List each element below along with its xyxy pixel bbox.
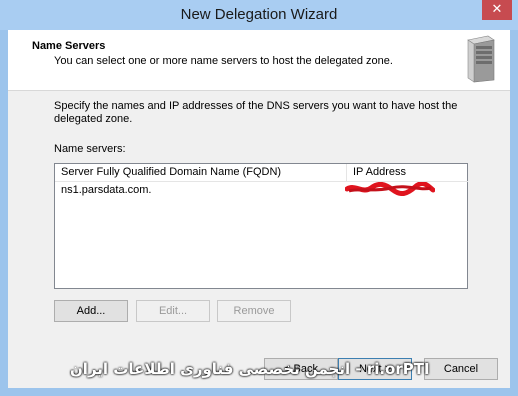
close-button[interactable]: ✕ (482, 0, 512, 20)
wizard-header: Name Servers You can select one or more … (8, 30, 510, 91)
wizard-window: New Delegation Wizard ✕ Name Servers You… (0, 0, 518, 396)
remove-button[interactable]: Remove (217, 300, 291, 322)
column-header-ip[interactable]: IP Address (347, 164, 468, 182)
watermark: ITPro.ir - انجمن تخصصی فناوری اطلاعات ای… (70, 360, 430, 378)
close-icon: ✕ (491, 2, 503, 17)
title-bar: New Delegation Wizard ✕ (0, 0, 518, 30)
list-item[interactable]: ns1.parsdata.com. (55, 182, 467, 200)
add-button[interactable]: Add... (54, 300, 128, 322)
window-title: New Delegation Wizard (180, 6, 338, 23)
fqdn-cell: ns1.parsdata.com. (61, 184, 152, 196)
wizard-frame: Name Servers You can select one or more … (8, 30, 510, 388)
name-servers-label: Name servers: (54, 143, 126, 155)
cancel-button[interactable]: Cancel (424, 358, 498, 380)
page-subtitle: You can select one or more name servers … (54, 55, 393, 67)
column-header-fqdn[interactable]: Server Fully Qualified Domain Name (FQDN… (55, 164, 347, 182)
server-icon (467, 35, 495, 83)
edit-button[interactable]: Edit... (136, 300, 210, 322)
name-servers-list[interactable]: Server Fully Qualified Domain Name (FQDN… (54, 163, 468, 289)
page-title: Name Servers (32, 40, 106, 52)
instructions-text: Specify the names and IP addresses of th… (54, 100, 458, 125)
redacted-ip-scribble (345, 182, 435, 196)
